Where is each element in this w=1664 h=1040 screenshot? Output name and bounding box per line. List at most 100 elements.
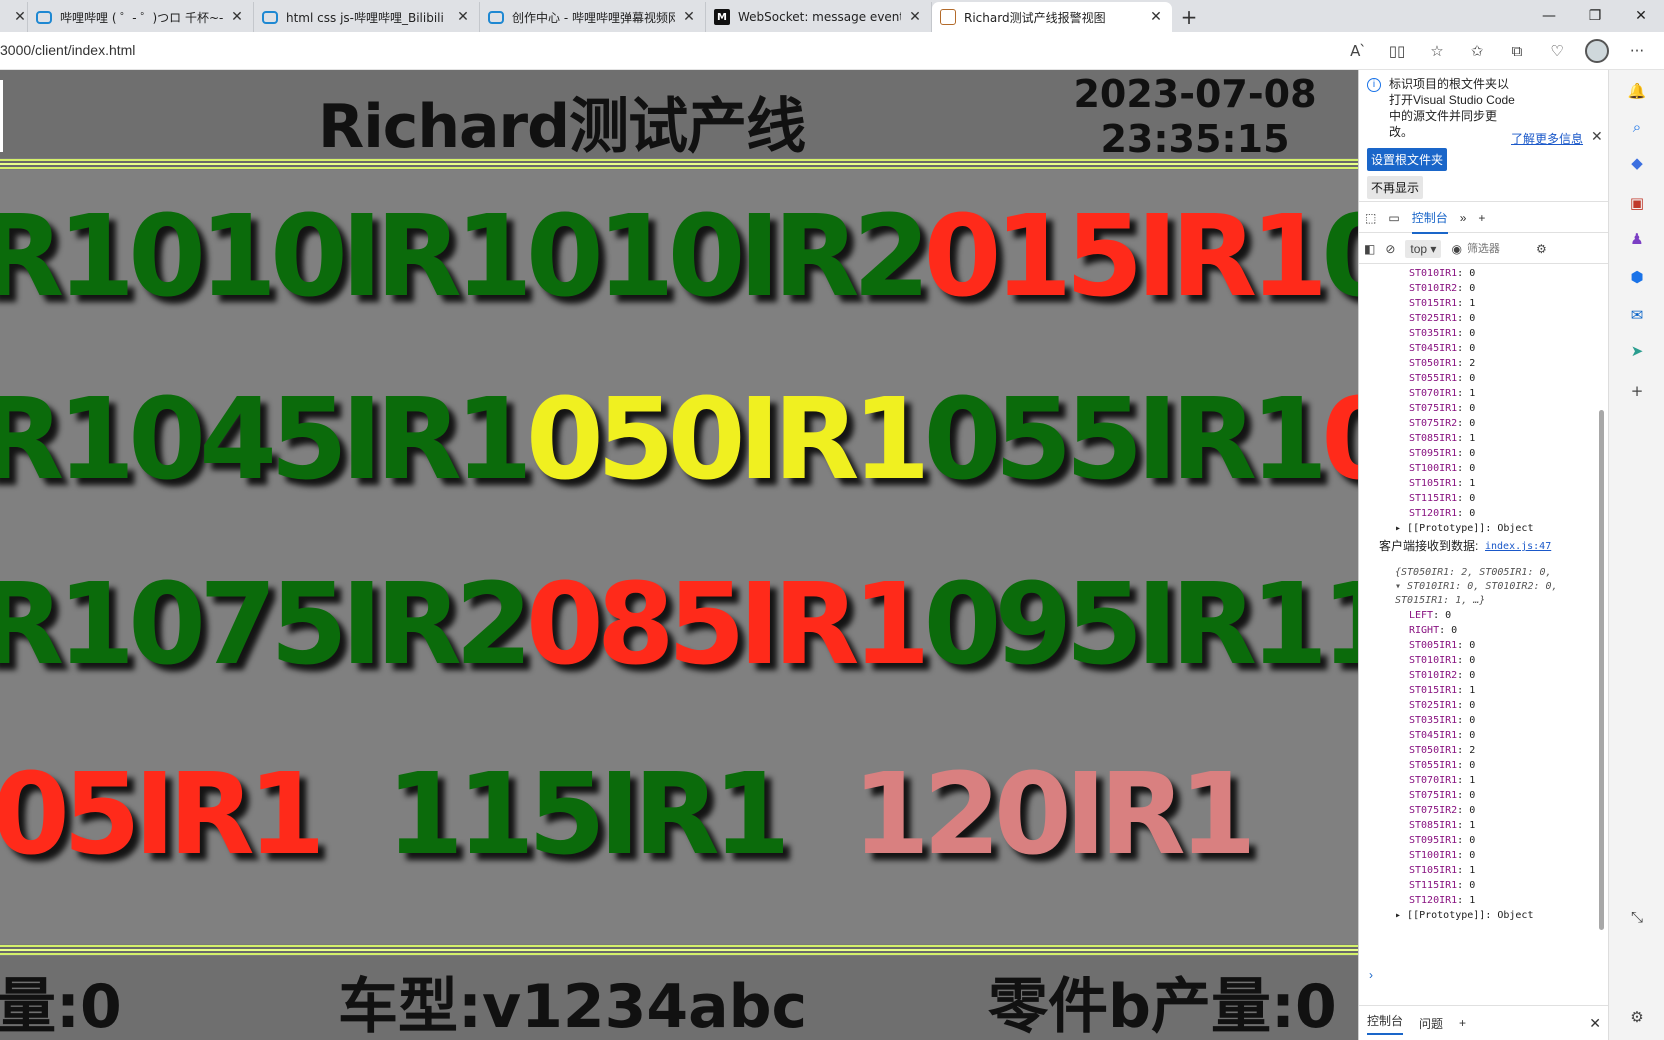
station-grid: R1010IR1010IR2015IR1025IR1 R1045IR1050IR… <box>0 170 1358 944</box>
console-toolbar: ◧ ⊘ top ▾ ◉ ⚙ <box>1359 234 1609 264</box>
tab-strip: ✕ 哔哩哔哩 ( ゜- ゜)つロ 千杯~-bilib ✕ html css js… <box>0 0 1664 32</box>
notification-bell-icon[interactable]: 🔔 <box>1626 80 1648 102</box>
console-property: ST010IR2: 0 <box>1409 283 1476 294</box>
console-property: ST035IR1: 0 <box>1409 328 1476 339</box>
close-window-icon[interactable]: ✕ <box>1618 0 1664 32</box>
devtools-tabs: ⬚ ▭ 控制台 » + <box>1359 203 1609 234</box>
property-key: ST075IR2 <box>1409 805 1458 816</box>
more-tabs-icon[interactable]: » <box>1460 211 1467 225</box>
tab-console[interactable]: 控制台 <box>1411 209 1448 234</box>
games-icon[interactable]: ♟ <box>1626 228 1648 250</box>
station-cell: R1045IR1 <box>0 375 533 505</box>
device-toolbar-icon[interactable]: ▭ <box>1388 211 1399 225</box>
footer-part-a-output: 量:0 <box>0 972 122 1040</box>
console-filter-input[interactable] <box>1466 238 1531 259</box>
send-icon[interactable]: ➤ <box>1626 340 1648 362</box>
property-key: ST115IR1 <box>1409 493 1458 504</box>
close-icon[interactable]: ✕ <box>229 9 245 25</box>
console-property: ST070IR1: 1 <box>1409 388 1476 399</box>
station-row-2: R1045IR1050IR1055IR1070IR1 <box>0 365 1358 515</box>
station-cell: 115IR1 <box>386 750 791 880</box>
restore-icon[interactable]: ❐ <box>1572 0 1618 32</box>
console-property: ST015IR1: 1 <box>1409 685 1476 696</box>
property-value: 1 <box>1469 433 1476 444</box>
station-cell: 095IR1 <box>923 560 1328 690</box>
close-icon[interactable]: ✕ <box>1591 128 1603 145</box>
read-aloud-icon[interactable]: A՝ <box>1340 37 1374 65</box>
split-screen-icon[interactable]: ▯▯ <box>1380 37 1414 65</box>
search-icon[interactable]: ⌕ <box>1626 116 1648 138</box>
url-field[interactable]: 3000/client/index.html <box>0 42 135 58</box>
collections-icon[interactable]: ⧉ <box>1500 37 1534 65</box>
tab-bilibili-3[interactable]: 创作中心 - 哔哩哔哩弹幕视频网 ✕ <box>480 2 706 32</box>
prototype-entry[interactable]: ▸ [[Prototype]]: Object <box>1359 521 1595 536</box>
prototype-entry[interactable]: ▸ [[Prototype]]: Object <box>1359 908 1595 923</box>
set-root-folder-button[interactable]: 设置根文件夹 <box>1367 148 1448 171</box>
property-key: ST035IR1 <box>1409 715 1458 726</box>
close-drawer-icon[interactable]: ✕ <box>1589 1015 1601 1032</box>
browser-sidebar: 🔔 ⌕ ◆ ▣ ♟ ⬢ ✉ ➤ + ⤡ ⚙ <box>1608 70 1664 1040</box>
log-label: 客户端接收到数据: <box>1379 539 1479 553</box>
context-selector[interactable]: top ▾ <box>1405 239 1442 258</box>
property-key: ST010IR2 <box>1409 670 1458 681</box>
outlook-icon[interactable]: ✉ <box>1626 304 1648 326</box>
tab-bilibili-1[interactable]: 哔哩哔哩 ( ゜- ゜)つロ 千杯~-bilib ✕ <box>28 2 254 32</box>
inspect-icon[interactable]: ⬚ <box>1365 211 1376 225</box>
clear-console-icon[interactable]: ⊘ <box>1385 242 1395 256</box>
close-icon[interactable]: ✕ <box>455 9 471 25</box>
more-menu-icon[interactable]: ··· <box>1620 37 1654 65</box>
object-first: ST010IR1: 0 ST010IR2: 0 ST015IR1: 1 ST025IR… <box>1359 266 1595 521</box>
console-settings-icon[interactable]: ⚙ <box>1536 242 1547 256</box>
sidebar-settings-icon[interactable]: ⚙ <box>1626 1006 1648 1028</box>
add-tab-icon[interactable]: + <box>1478 211 1485 225</box>
sidebar-toggle-icon[interactable]: ◧ <box>1364 242 1375 256</box>
object-preview-text: ST010IR1: 0, ST010IR2: 0, <box>1407 581 1558 592</box>
tools-icon[interactable]: ▣ <box>1626 192 1648 214</box>
drawer-tab-console[interactable]: 控制台 <box>1367 1012 1404 1035</box>
favorites-icon[interactable]: ✩ <box>1460 37 1494 65</box>
tab-mdn[interactable]: M WebSocket: message event - We ✕ <box>706 2 932 32</box>
window-controls: — ❐ ✕ <box>1526 0 1664 32</box>
drawer-tab-issues[interactable]: 问题 <box>1419 1015 1443 1032</box>
object-preview[interactable]: {ST050IR1: 2, ST005IR1: 0, ▾ ST010IR1: 0… <box>1359 566 1595 608</box>
learn-more-link[interactable]: 了解更多信息 <box>1511 130 1583 147</box>
add-app-icon[interactable]: + <box>1626 380 1648 402</box>
chart-icon <box>940 9 956 25</box>
close-icon[interactable]: ✕ <box>12 9 27 25</box>
dont-show-again-button[interactable]: 不再显示 <box>1367 176 1424 199</box>
hide-sidebar-icon[interactable]: ⤡ <box>1626 906 1648 928</box>
property-value: 0 <box>1469 448 1476 459</box>
console-property: ST105IR1: 1 <box>1409 865 1476 876</box>
favorite-star-icon[interactable]: ☆ <box>1420 37 1454 65</box>
log-source-link[interactable]: index.js:47 <box>1485 540 1551 553</box>
close-icon[interactable]: ✕ <box>681 9 697 25</box>
browser-essentials-icon[interactable]: ♡ <box>1540 37 1574 65</box>
close-icon[interactable]: ✕ <box>907 9 923 25</box>
tab-partial[interactable]: ✕ <box>0 2 28 32</box>
tab-bilibili-2[interactable]: html css js-哔哩哔哩_Bilibili ✕ <box>254 2 480 32</box>
property-key: ST025IR1 <box>1409 313 1458 324</box>
station-cell: 100IR1 <box>1321 560 1358 690</box>
property-value: 0 <box>1469 790 1476 801</box>
live-expression-icon[interactable]: ◉ <box>1451 242 1461 256</box>
tab-title: 哔哩哔哩 ( ゜- ゜)つロ 千杯~-bilib <box>60 10 223 25</box>
clock-time: 23:35:15 <box>1100 117 1290 161</box>
new-tab-button[interactable]: + <box>1172 2 1206 32</box>
tab-title: WebSocket: message event - We <box>738 10 901 24</box>
dashboard-header: Richard测试产线 2023-07-08 23:35:15 <box>0 70 1358 162</box>
tab-richard-active[interactable]: Richard测试产线报警视图 ✕ <box>932 2 1172 32</box>
console-prompt[interactable]: › <box>1369 968 1373 982</box>
object-preview-line: {ST050IR1: 2, ST005IR1: 0, <box>1395 567 1552 578</box>
bilibili-icon <box>36 10 52 24</box>
scrollbar-thumb[interactable] <box>1599 410 1604 930</box>
property-value: 1 <box>1469 478 1476 489</box>
object-preview-line: ▾ ST010IR1: 0, ST010IR2: 0, <box>1395 581 1558 592</box>
add-drawer-tab-icon[interactable]: + <box>1459 1016 1466 1030</box>
console-property: ST095IR1: 0 <box>1409 835 1476 846</box>
console-scrollbar[interactable] <box>1597 270 1605 1010</box>
minimize-icon[interactable]: — <box>1526 0 1572 32</box>
shopping-tag-icon[interactable]: ◆ <box>1626 152 1648 174</box>
close-icon[interactable]: ✕ <box>1148 9 1164 25</box>
profile-avatar[interactable] <box>1585 39 1609 63</box>
office-icon[interactable]: ⬢ <box>1626 266 1648 288</box>
